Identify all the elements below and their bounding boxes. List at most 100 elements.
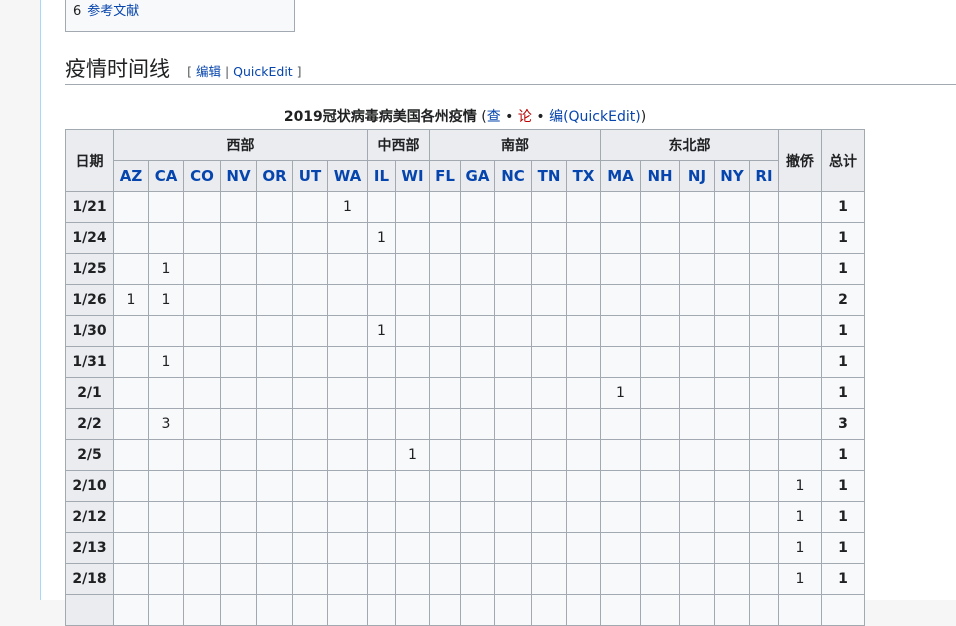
case-cell	[600, 501, 641, 533]
case-cell	[327, 284, 368, 316]
state-link[interactable]: NY	[720, 167, 743, 185]
case-cell	[494, 563, 532, 595]
row-date: 1/30	[65, 315, 114, 347]
navbar-view-link[interactable]: 查	[487, 109, 501, 125]
case-cell	[367, 501, 396, 533]
table-row	[65, 594, 865, 626]
navbar-edit-link[interactable]: 编	[549, 109, 563, 125]
evacuated-cell: 1	[778, 532, 822, 564]
row-date: 2/1	[65, 377, 114, 409]
case-cell	[566, 377, 601, 409]
case-cell	[566, 253, 601, 285]
state-link[interactable]: FL	[435, 167, 455, 185]
edit-link[interactable]: 编辑	[196, 64, 221, 79]
case-cell	[327, 315, 368, 347]
navbar-talk-link[interactable]: 论	[518, 109, 532, 125]
total-cell: 1	[821, 439, 865, 471]
case-cell	[256, 222, 293, 254]
case-cell	[395, 563, 430, 595]
case-cell	[600, 408, 641, 440]
case-cell	[148, 563, 184, 595]
case-cell: 3	[148, 408, 184, 440]
case-cell	[640, 377, 680, 409]
case-cell	[494, 222, 532, 254]
case-cell	[640, 284, 680, 316]
state-link[interactable]: OR	[262, 167, 286, 185]
evacuated-cell	[778, 346, 822, 378]
case-cell	[494, 377, 532, 409]
state-link[interactable]: NH	[647, 167, 672, 185]
evacuated-cell	[778, 439, 822, 471]
state-link[interactable]: UT	[299, 167, 321, 185]
state-link[interactable]: NC	[501, 167, 525, 185]
case-cell	[367, 253, 396, 285]
case-cell	[395, 408, 430, 440]
total-header: 总计	[821, 129, 865, 192]
table-row: 1/31 1 1	[65, 346, 865, 378]
state-link[interactable]: AZ	[120, 167, 143, 185]
case-cell	[600, 191, 641, 223]
state-link[interactable]: WI	[401, 167, 423, 185]
case-cell	[395, 222, 430, 254]
state-link[interactable]: CA	[155, 167, 178, 185]
quickedit-link[interactable]: QuickEdit	[233, 64, 293, 79]
case-cell	[429, 284, 461, 316]
case-cell	[292, 563, 328, 595]
case-cell	[566, 315, 601, 347]
state-header-nh: NH	[640, 160, 680, 192]
case-cell: 1	[600, 377, 641, 409]
case-cell	[429, 253, 461, 285]
case-cell	[220, 408, 257, 440]
case-cell	[429, 222, 461, 254]
case-cell	[640, 222, 680, 254]
state-link[interactable]: IL	[374, 167, 389, 185]
state-link[interactable]: NJ	[688, 167, 706, 185]
table-row: 2/1 1 1	[65, 377, 865, 409]
state-link[interactable]: NV	[226, 167, 250, 185]
case-cell: 1	[148, 284, 184, 316]
case-cell	[256, 470, 293, 502]
total-cell	[821, 594, 865, 626]
state-link[interactable]: MA	[607, 167, 634, 185]
row-date: 2/18	[65, 563, 114, 595]
state-link[interactable]: RI	[755, 167, 772, 185]
case-cell	[183, 191, 221, 223]
navbar-quickedit-link[interactable]: (QuickEdit)	[563, 109, 641, 125]
case-cell	[256, 563, 293, 595]
case-cell	[292, 315, 328, 347]
case-cell	[460, 191, 495, 223]
row-date: 1/31	[65, 346, 114, 378]
case-cell	[367, 191, 396, 223]
case-cell	[566, 191, 601, 223]
row-date: 1/21	[65, 191, 114, 223]
case-cell	[531, 470, 567, 502]
toc-item-references[interactable]: 参考文献	[87, 4, 139, 19]
row-date: 1/25	[65, 253, 114, 285]
state-link[interactable]: CO	[190, 167, 214, 185]
case-cell	[714, 284, 750, 316]
case-cell	[460, 594, 495, 626]
case-cell: 1	[327, 191, 368, 223]
state-link[interactable]: TN	[538, 167, 561, 185]
case-cell	[183, 439, 221, 471]
state-link[interactable]: TX	[573, 167, 595, 185]
navbar: (查 • 论 • 编(QuickEdit))	[477, 109, 646, 125]
case-cell	[327, 346, 368, 378]
row-date: 2/2	[65, 408, 114, 440]
evacuated-cell	[778, 284, 822, 316]
case-cell	[460, 346, 495, 378]
case-cell	[367, 346, 396, 378]
total-cell: 1	[821, 253, 865, 285]
case-cell	[395, 377, 430, 409]
state-link[interactable]: GA	[466, 167, 490, 185]
case-cell	[714, 439, 750, 471]
state-link[interactable]: WA	[334, 167, 361, 185]
state-header-tx: TX	[566, 160, 601, 192]
article-content: 6 参考文献 疫情时间线 [ 编辑 | QuickEdit ] 2019冠状病毒病…	[40, 0, 956, 626]
case-cell	[327, 222, 368, 254]
case-cell	[113, 408, 149, 440]
table-row: 1/25 1 1	[65, 253, 865, 285]
navbar-dot: •	[531, 109, 550, 125]
case-cell	[566, 346, 601, 378]
evacuated-cell	[778, 191, 822, 223]
